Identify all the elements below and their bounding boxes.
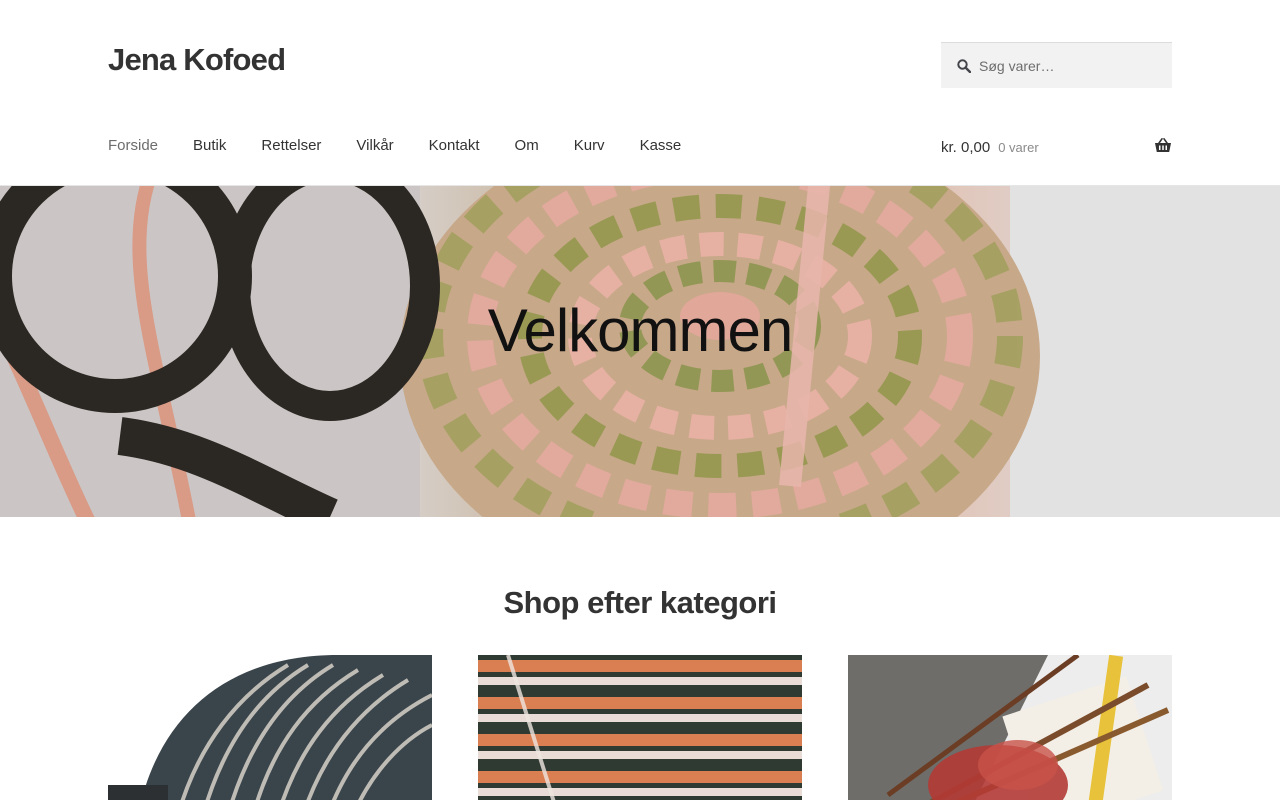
section-title: Shop efter kategori: [503, 585, 778, 620]
category-card-3[interactable]: [848, 655, 1172, 800]
category-image: [108, 655, 432, 800]
hero-title: Velkommen: [487, 297, 793, 364]
cart-amount: kr. 0,00: [941, 138, 991, 156]
search-form: [941, 42, 1172, 88]
category-card-1[interactable]: [108, 655, 432, 800]
basket-icon: [1154, 137, 1172, 155]
hero-banner: Velkommen: [0, 186, 1280, 517]
search-input[interactable]: [979, 57, 1159, 74]
nav-item-butik[interactable]: Butik: [193, 136, 226, 156]
cart-count: 0 varer: [998, 139, 1039, 155]
nav-item-forside[interactable]: Forside: [108, 136, 158, 156]
nav-item-rettelser[interactable]: Rettelser: [261, 136, 321, 156]
nav-item-kasse[interactable]: Kasse: [640, 136, 682, 156]
site-title[interactable]: Jena Kofoed: [108, 42, 286, 78]
nav-item-kurv[interactable]: Kurv: [574, 136, 605, 156]
nav-item-kontakt[interactable]: Kontakt: [429, 136, 480, 156]
category-grid: [108, 655, 1172, 800]
nav-item-vilkaar[interactable]: Vilkår: [356, 136, 393, 156]
primary-navigation: Forside Butik Rettelser Vilkår Kontakt O…: [108, 136, 716, 156]
category-image: [848, 655, 1172, 800]
nav-item-om[interactable]: Om: [515, 136, 539, 156]
search-icon: [957, 58, 971, 73]
cart-link[interactable]: kr. 0,00 0 varer: [941, 136, 1172, 158]
category-card-2[interactable]: [478, 655, 802, 800]
category-image: [478, 655, 802, 800]
